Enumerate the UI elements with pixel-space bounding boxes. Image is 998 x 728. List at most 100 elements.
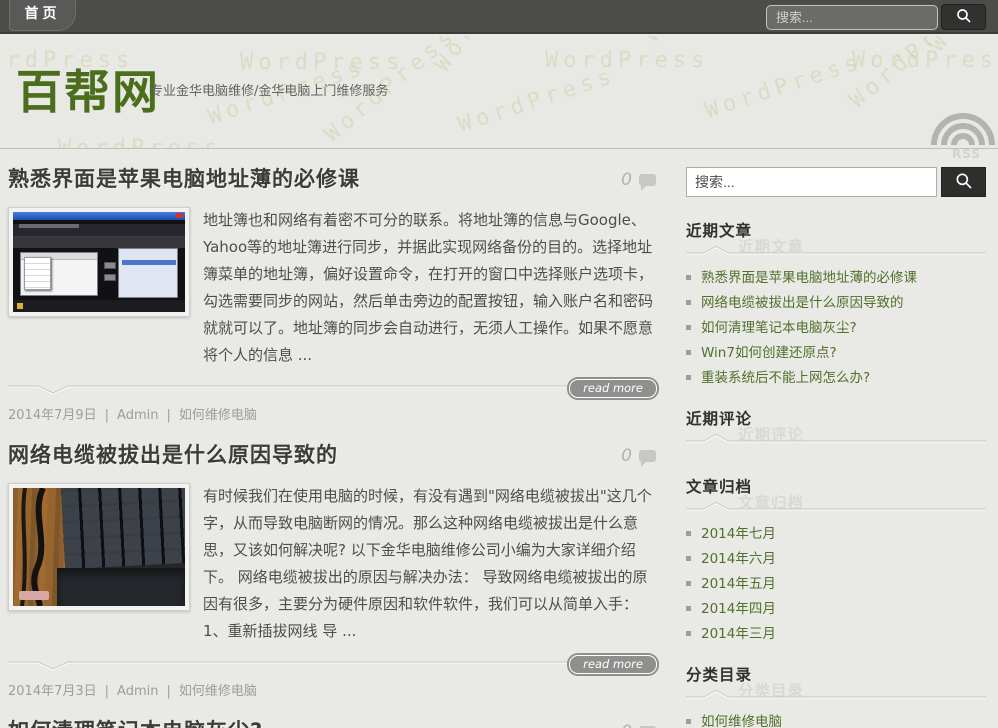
post-thumbnail-blackberry[interactable] xyxy=(8,207,190,317)
rss-icon[interactable] xyxy=(930,105,996,149)
comment-count-badge[interactable]: 0 xyxy=(621,170,656,190)
post-title[interactable]: 熟悉界面是苹果电脑地址薄的必修课 xyxy=(8,167,660,192)
nav-tab-home[interactable]: 首页 xyxy=(9,0,76,31)
comment-count-badge[interactable]: 0 xyxy=(621,722,656,728)
post-divider xyxy=(8,660,656,672)
post-category-link[interactable]: 如何维修电脑 xyxy=(179,408,257,423)
widget-header: 分类目录 分类目录 xyxy=(686,663,986,689)
meta-separator: | xyxy=(105,408,109,423)
recent-post-link[interactable]: 网络电缆被拔出是什么原因导致的 xyxy=(701,295,904,311)
comment-count: 0 xyxy=(621,170,632,190)
recent-posts-list: 熟悉界面是苹果电脑地址薄的必修课 网络电缆被拔出是什么原因导致的 如何清理笔记本… xyxy=(686,269,986,387)
archive-link[interactable]: 2014年六月 xyxy=(701,551,776,567)
post-meta: 2014年7月3日 | Admin | 如何维修电脑 xyxy=(8,680,660,699)
widget-header: 文章归档 文章归档 xyxy=(686,475,986,501)
site-header: WordPress WordPress WordPress WordPress … xyxy=(0,36,998,149)
post-body: 有时候我们在使用电脑的时候，有没有遇到"网络电缆被拔出"这几个字，从而导致电脑断… xyxy=(8,483,660,645)
post-date: 2014年7月3日 xyxy=(8,684,97,699)
post-body: 地址簿也和网络有着密不可分的联系。将地址簿的信息与Google、Yahoo等的地… xyxy=(8,207,660,369)
read-more-button[interactable]: read more xyxy=(569,655,657,674)
archive-link[interactable]: 2014年四月 xyxy=(701,601,776,617)
widget-header: 近期文章 近期文章 xyxy=(686,219,986,245)
archive-link[interactable]: 2014年七月 xyxy=(701,526,776,542)
list-bullet-icon xyxy=(686,556,691,561)
wordpress-watermark: WordPress xyxy=(58,136,222,149)
widget-divider xyxy=(686,433,986,445)
list-item: Win7如何创建还原点? xyxy=(686,344,986,362)
widget-title: 近期评论 xyxy=(686,407,986,429)
category-link[interactable]: 如何维修电脑 xyxy=(701,714,782,728)
search-icon xyxy=(955,7,973,28)
widget-divider xyxy=(686,689,986,701)
post-title[interactable]: 如何清理笔记本电脑灰尘? xyxy=(8,719,660,728)
list-bullet-icon xyxy=(686,375,691,380)
list-bullet-icon xyxy=(686,275,691,280)
categories-list: 如何维修电脑 xyxy=(686,713,986,728)
recent-post-link[interactable]: 熟悉界面是苹果电脑地址薄的必修课 xyxy=(701,270,917,286)
sidebar-search-input[interactable] xyxy=(686,167,937,197)
list-item: 2014年五月 xyxy=(686,575,986,593)
post-category-link[interactable]: 如何维修电脑 xyxy=(179,684,257,699)
list-item: 2014年三月 xyxy=(686,625,986,643)
read-more-button[interactable]: read more xyxy=(569,379,657,398)
keyboard-photo xyxy=(13,488,185,606)
archives-list: 2014年七月 2014年六月 2014年五月 2014年四月 2014年三月 xyxy=(686,525,986,643)
post-author-link[interactable]: Admin xyxy=(117,684,158,699)
wordpress-watermark: WordPress xyxy=(640,36,755,46)
comment-count: 0 xyxy=(621,722,632,728)
topbar-search-input[interactable] xyxy=(766,5,938,30)
posts-column: 熟悉界面是苹果电脑地址薄的必修课 0 xyxy=(8,167,660,728)
list-bullet-icon xyxy=(686,581,691,586)
post-author-link[interactable]: Admin xyxy=(117,408,158,423)
list-item: 重装系统后不能上网怎么办? xyxy=(686,369,986,387)
widget-categories: 分类目录 分类目录 如何维修电脑 xyxy=(686,663,986,728)
list-bullet-icon xyxy=(686,531,691,536)
wordpress-watermark: WordPress xyxy=(128,36,243,38)
list-bullet-icon xyxy=(686,719,691,724)
recent-post-link[interactable]: Win7如何创建还原点? xyxy=(701,345,837,361)
recent-post-link[interactable]: 如何清理笔记本电脑灰尘? xyxy=(701,320,857,336)
list-bullet-icon xyxy=(686,300,691,305)
page: 首页 WordPress WordPress WordPress WordPre… xyxy=(0,0,998,728)
widget-recent-comments: 近期评论 近期评论 xyxy=(686,407,986,445)
wordpress-watermark: WordPress xyxy=(702,49,866,124)
wordpress-watermark: WordPress xyxy=(455,63,619,138)
widget-divider xyxy=(686,245,986,257)
site-logo-title[interactable]: 百帮网 xyxy=(16,56,160,122)
sidebar-search-form xyxy=(686,167,986,197)
recent-post-link[interactable]: 重装系统后不能上网怎么办? xyxy=(701,370,870,386)
list-item: 2014年六月 xyxy=(686,550,986,568)
archive-link[interactable]: 2014年三月 xyxy=(701,626,776,642)
post-article: 熟悉界面是苹果电脑地址薄的必修课 0 xyxy=(8,167,660,423)
list-item: 如何维修电脑 xyxy=(686,713,986,728)
comment-count: 0 xyxy=(621,446,632,466)
search-icon xyxy=(954,171,974,194)
post-thumbnail-keyboard[interactable] xyxy=(8,483,190,611)
list-item: 如何清理笔记本电脑灰尘? xyxy=(686,319,986,337)
post-article: 网络电缆被拔出是什么原因导致的 0 xyxy=(8,443,660,699)
meta-separator: | xyxy=(105,684,109,699)
sidebar-search-button[interactable] xyxy=(941,167,986,197)
topbar-search-form xyxy=(766,4,986,30)
blackberry-screenshot xyxy=(13,212,185,312)
site-tagline: 专业金华电脑维修/金华电脑上门维修服务 xyxy=(150,80,388,99)
widget-divider xyxy=(686,501,986,513)
list-bullet-icon xyxy=(686,631,691,636)
post-meta: 2014年7月9日|Admin|如何维修电脑 xyxy=(8,404,660,423)
top-nav-bar: 首页 xyxy=(0,0,998,34)
archive-link[interactable]: 2014年五月 xyxy=(701,576,776,592)
list-item: 2014年七月 xyxy=(686,525,986,543)
comment-count-badge[interactable]: 0 xyxy=(621,446,656,466)
meta-separator: | xyxy=(166,684,170,699)
post-title[interactable]: 网络电缆被拔出是什么原因导致的 xyxy=(8,443,660,468)
list-bullet-icon xyxy=(686,606,691,611)
rss-label[interactable]: RSS xyxy=(952,147,981,161)
wordpress-watermark: WordPress xyxy=(545,48,709,73)
comment-bubble-icon xyxy=(639,450,656,462)
list-bullet-icon xyxy=(686,350,691,355)
topbar-search-button[interactable] xyxy=(941,4,986,30)
post-excerpt: 有时候我们在使用电脑的时候，有没有遇到"网络电缆被拔出"这几个字，从而导致电脑断… xyxy=(203,483,660,645)
widget-title: 文章归档 xyxy=(686,475,986,497)
widget-title: 近期文章 xyxy=(686,219,986,241)
sidebar: 近期文章 近期文章 熟悉界面是苹果电脑地址薄的必修课 网络电缆被拔出是什么原因导… xyxy=(686,167,986,728)
